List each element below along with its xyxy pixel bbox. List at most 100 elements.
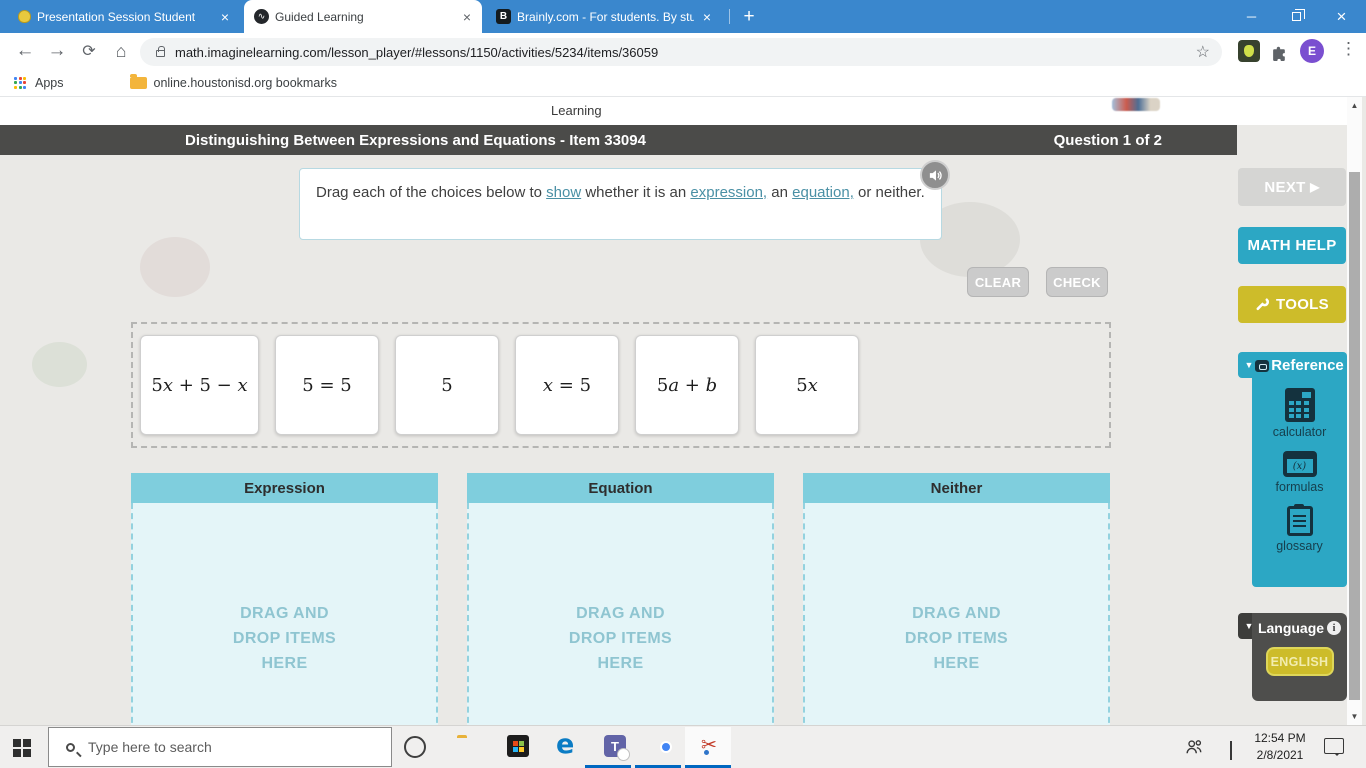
zone-drop-area[interactable]: DRAG AND DROP ITEMS HERE (131, 503, 438, 725)
clock-date: 2/8/2021 (1256, 748, 1304, 762)
tab-guided-learning[interactable]: ∿ Guided Learning × (244, 0, 482, 33)
choice-item[interactable]: 5x + 5 − x (140, 335, 259, 435)
restore-button[interactable] (1274, 0, 1319, 33)
scrollbar-thumb[interactable] (1349, 172, 1360, 700)
info-icon[interactable]: i (1327, 621, 1342, 635)
formulas-icon[interactable]: (x) (1282, 451, 1317, 477)
drop-zone-equation[interactable]: Equation DRAG AND DROP ITEMS HERE (467, 473, 774, 725)
site-logo-text: Learning (551, 103, 602, 118)
home-icon[interactable]: ⌂ (108, 38, 134, 64)
page-scrollbar[interactable]: ▲ ▼ (1347, 97, 1362, 725)
guided-learning-favicon-icon: ∿ (254, 9, 269, 24)
formulas-label[interactable]: formulas (1276, 480, 1324, 494)
math-text: = 5 (553, 374, 592, 396)
expression-link[interactable]: expression, (690, 184, 767, 201)
english-button[interactable]: ENGLISH (1265, 647, 1334, 676)
background-decoration (32, 342, 87, 387)
calculator-icon[interactable] (1284, 388, 1315, 422)
math-text: 5 (656, 374, 669, 396)
tab-brainly[interactable]: B Brainly.com - For students. By stu × (486, 0, 722, 33)
reference-icon (1255, 359, 1270, 372)
math-text: 5 = 5 (302, 374, 352, 396)
show-hidden-icons-chevron[interactable] (1230, 741, 1232, 761)
decorative-image (1112, 98, 1160, 111)
choice-item[interactable]: 5a + b (635, 335, 739, 435)
glossary-icon[interactable] (1286, 504, 1313, 536)
math-help-button[interactable]: MATH HELP (1238, 227, 1346, 264)
reference-header[interactable]: Reference (1255, 357, 1344, 374)
audio-speaker-button[interactable] (920, 160, 950, 190)
url-text[interactable]: math.imaginelearning.com/lesson_player/#… (175, 45, 1196, 60)
drop-zone-neither[interactable]: Neither DRAG AND DROP ITEMS HERE (803, 473, 1110, 725)
equation-link[interactable]: equation, (792, 184, 854, 201)
instruction-text: Drag each of the choices below to (316, 184, 547, 201)
new-tab-button[interactable]: + (736, 4, 762, 30)
forward-icon[interactable]: → (44, 38, 70, 64)
flask-favicon-icon (18, 10, 31, 23)
people-icon[interactable] (1184, 739, 1204, 755)
back-icon[interactable]: ← (12, 38, 38, 64)
zone-drop-area[interactable]: DRAG AND DROP ITEMS HERE (467, 503, 774, 725)
drop-placeholder-text: DRAG AND DROP ITEMS HERE (568, 605, 673, 672)
tab-presentation-session[interactable]: Presentation Session Student × (8, 0, 240, 33)
math-text: 5 (441, 374, 453, 396)
next-button[interactable]: NEXT ▶ (1238, 168, 1346, 206)
bookmark-folder-label[interactable]: online.houstonisd.org bookmarks (154, 76, 337, 90)
drop-zone-expression[interactable]: Expression DRAG AND DROP ITEMS HERE (131, 473, 438, 725)
teams-icon[interactable]: T (604, 735, 630, 761)
choice-item[interactable]: 5x (755, 335, 859, 435)
microsoft-store-icon[interactable] (507, 735, 529, 757)
bookmark-star-icon[interactable]: ☆ (1196, 42, 1210, 62)
background-decoration (140, 237, 210, 297)
choice-item[interactable]: 5 (395, 335, 499, 435)
math-text: x (807, 374, 818, 396)
extensions-puzzle-icon[interactable] (1266, 40, 1292, 66)
extension-icon[interactable] (1238, 40, 1260, 62)
lesson-page: Learning Distinguishing Between Expressi… (0, 97, 1366, 725)
taskbar-clock[interactable]: 12:54 PM 2/8/2021 (1245, 730, 1315, 764)
brainly-favicon-icon: B (496, 9, 511, 24)
edge-icon[interactable]: e (556, 731, 574, 758)
tab-close-icon[interactable]: × (700, 9, 714, 25)
snipping-tool-icon[interactable]: ✂ (701, 734, 717, 757)
drop-placeholder-text: DRAG AND DROP ITEMS HERE (232, 605, 337, 672)
minimize-button[interactable]: ─ (1229, 0, 1274, 33)
language-panel: Language i ENGLISH (1252, 613, 1347, 701)
calculator-label[interactable]: calculator (1273, 425, 1327, 439)
scroll-down-icon[interactable]: ▼ (1347, 712, 1362, 721)
tab-close-icon[interactable]: × (460, 9, 474, 25)
zone-drop-area[interactable]: DRAG AND DROP ITEMS HERE (803, 503, 1110, 725)
math-text: x (237, 374, 248, 396)
choice-item[interactable]: 5 = 5 (275, 335, 379, 435)
close-window-button[interactable]: × (1319, 0, 1364, 33)
clear-button[interactable]: CLEAR (967, 267, 1029, 297)
math-help-label: MATH HELP (1247, 237, 1337, 254)
windows-taskbar: Type here to search e T ✂ 12:54 PM 2/8/2… (0, 725, 1366, 768)
instruction-box: Drag each of the choices below to show w… (299, 168, 942, 240)
math-text: a (668, 374, 680, 396)
browser-menu-icon[interactable]: ⋮ (1340, 39, 1357, 59)
bookmark-folder-icon[interactable] (129, 74, 147, 89)
show-link[interactable]: show (546, 184, 581, 201)
apps-grid-icon[interactable] (14, 76, 27, 90)
next-arrow-icon: ▶ (1310, 180, 1320, 194)
choice-item[interactable]: x = 5 (515, 335, 619, 435)
glossary-label[interactable]: glossary (1276, 539, 1323, 553)
browser-toolbar: ← → ⟳ ⌂ math.imaginelearning.com/lesson_… (0, 33, 1366, 70)
question-counter: Question 1 of 2 (1053, 131, 1162, 149)
drop-placeholder-text: DRAG AND DROP ITEMS HERE (904, 605, 1009, 672)
refresh-icon[interactable]: ⟳ (76, 38, 102, 64)
cortana-icon[interactable] (404, 736, 426, 758)
search-placeholder-text: Type here to search (88, 739, 212, 755)
tab-close-icon[interactable]: × (218, 9, 232, 25)
scroll-up-icon[interactable]: ▲ (1347, 101, 1362, 110)
tools-button[interactable]: TOOLS (1238, 286, 1346, 323)
check-button[interactable]: CHECK (1046, 267, 1108, 297)
zone-header: Expression (131, 473, 438, 503)
address-bar[interactable]: math.imaginelearning.com/lesson_player/#… (140, 38, 1222, 66)
apps-label[interactable]: Apps (35, 76, 64, 90)
profile-avatar[interactable]: E (1300, 39, 1324, 63)
action-center-icon[interactable] (1324, 738, 1344, 756)
taskbar-search-input[interactable]: Type here to search (48, 727, 392, 767)
start-button-icon[interactable] (13, 739, 32, 758)
